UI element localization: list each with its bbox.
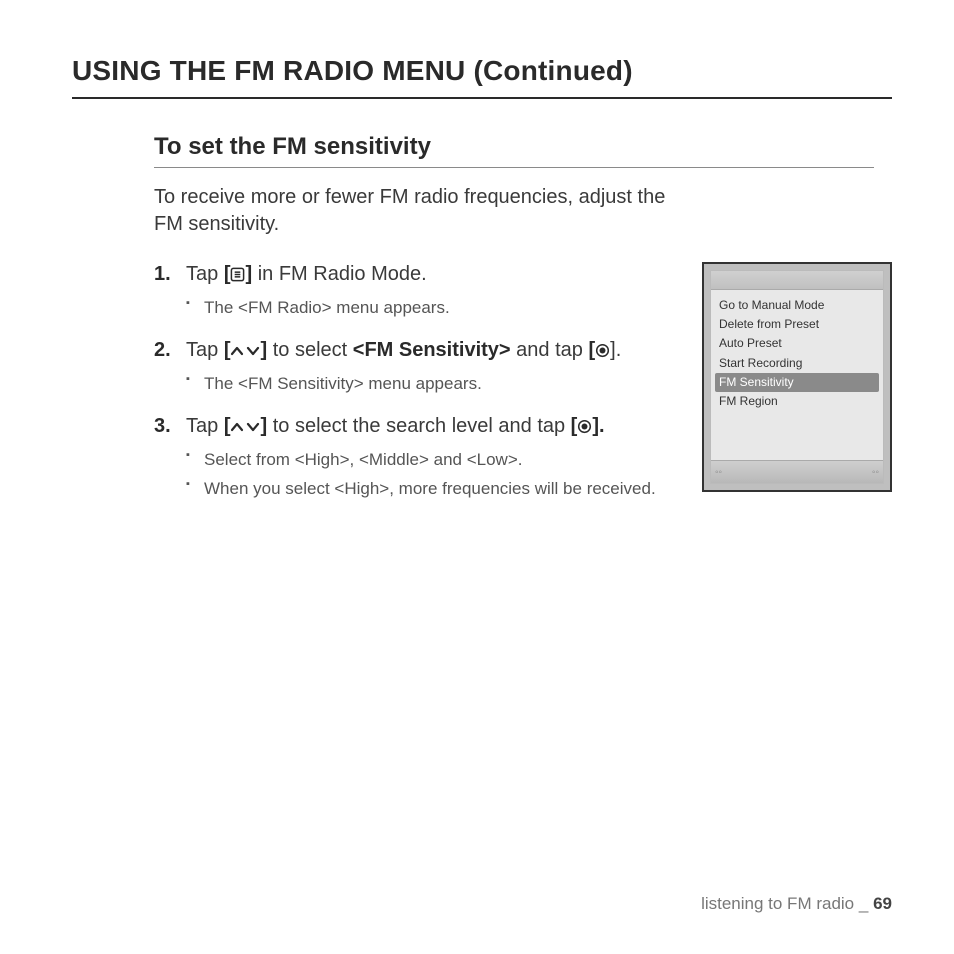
footer-separator: _ [859,894,868,913]
sub-item: When you select <High>, more frequencies… [186,477,674,501]
footer-chapter: listening to FM radio [701,894,854,913]
device-screen: Go to Manual Mode Delete from Preset Aut… [710,270,884,484]
device-screenshot: Go to Manual Mode Delete from Preset Aut… [702,262,892,492]
step-text: to select [267,339,353,361]
menu-item-fm-sensitivity[interactable]: FM Sensitivity [715,373,879,392]
steps-column: Tap [] in FM Radio Mode. The <FM Radio> … [154,260,674,517]
menu-item-start-recording[interactable]: Start Recording [715,354,879,373]
bold-target: <FM Sensitivity> [353,339,511,361]
section-title: To set the FM sensitivity [154,133,874,168]
step-text: . [599,415,605,437]
step-text: Tap [186,339,224,361]
up-down-icon [230,420,260,434]
page-footer: listening to FM radio _ 69 [701,894,892,914]
steps-list: Tap [] in FM Radio Mode. The <FM Radio> … [154,260,674,501]
menu-item-auto-preset[interactable]: Auto Preset [715,334,879,353]
step-text: in FM Radio Mode. [252,263,427,285]
step-3-subs: Select from <High>, <Middle> and <Low>. … [186,448,674,502]
menu-item-manual-mode[interactable]: Go to Manual Mode [715,296,879,315]
sub-item: The <FM Sensitivity> menu appears. [186,372,674,396]
page-number: 69 [873,894,892,913]
menu-item-delete-preset[interactable]: Delete from Preset [715,315,879,334]
step-2: Tap [] to select <FM Sensitivity> and ta… [154,336,674,396]
step-text: Tap [186,415,224,437]
page-title: USING THE FM RADIO MENU (Continued) [72,55,892,99]
select-icon [577,419,592,434]
step-text: and tap [511,339,589,361]
up-down-icon [230,344,260,358]
manual-page: USING THE FM RADIO MENU (Continued) To s… [0,0,954,954]
step-text: to select the search level and tap [267,415,571,437]
step-text: Tap [186,263,224,285]
footer-ornament-right-icon: ◦◦ [872,467,879,478]
footer-ornament-left-icon: ◦◦ [715,467,722,478]
device-header-bar [711,271,883,290]
fm-radio-menu: Go to Manual Mode Delete from Preset Aut… [711,290,883,417]
step-3: Tap [] to select the search level and ta… [154,412,674,502]
section-intro: To receive more or fewer FM radio freque… [154,184,674,238]
menu-icon [230,267,245,282]
step-text: . [616,339,622,361]
step-2-subs: The <FM Sensitivity> menu appears. [186,372,674,396]
menu-item-fm-region[interactable]: FM Region [715,392,879,411]
sub-item: Select from <High>, <Middle> and <Low>. [186,448,674,472]
step-1-subs: The <FM Radio> menu appears. [186,296,674,320]
select-icon [595,343,610,358]
step-1: Tap [] in FM Radio Mode. The <FM Radio> … [154,260,674,320]
device-footer-bar: ◦◦ ◦◦ [711,460,883,483]
body-row: Tap [] in FM Radio Mode. The <FM Radio> … [154,260,892,517]
sub-item: The <FM Radio> menu appears. [186,296,674,320]
